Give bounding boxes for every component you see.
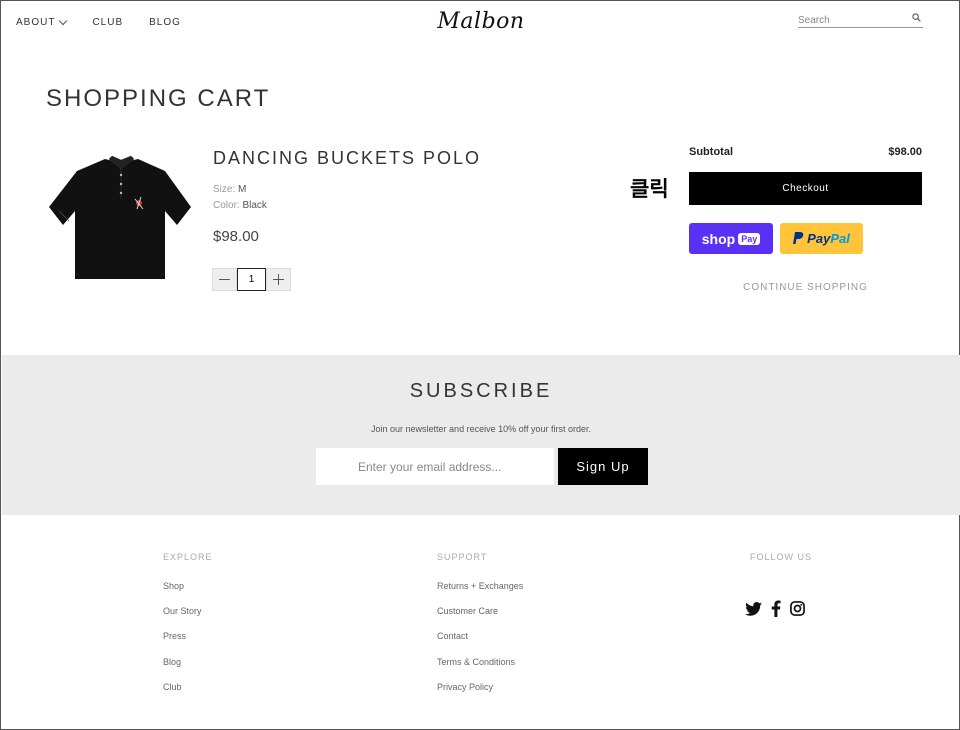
subscribe-text: Join our newsletter and receive 10% off …: [371, 424, 591, 434]
sign-up-button[interactable]: Sign Up: [558, 448, 648, 485]
facebook-icon[interactable]: [771, 600, 781, 617]
product-size: Size: M: [213, 184, 246, 195]
footer-link-privacy[interactable]: Privacy Policy: [437, 682, 493, 692]
paypal-icon: [793, 232, 804, 244]
subtotal-label: Subtotal: [689, 146, 733, 158]
paypal-label-a: Pay: [807, 231, 831, 246]
search-icon[interactable]: [912, 13, 921, 22]
footer-link-terms[interactable]: Terms & Conditions: [437, 657, 515, 667]
product-price: $98.00: [213, 228, 259, 245]
search-bar: [798, 10, 923, 29]
nav-about[interactable]: ABOUT: [16, 16, 68, 28]
quantity-stepper: [212, 268, 291, 291]
footer-link-our-story[interactable]: Our Story: [163, 606, 202, 616]
paypal-button[interactable]: Pay Pal: [780, 223, 863, 254]
size-label: Size:: [213, 184, 236, 195]
twitter-icon[interactable]: [745, 601, 762, 616]
annotation-label: 클릭: [630, 177, 669, 201]
minus-icon: [219, 279, 230, 280]
increment-button[interactable]: [266, 268, 291, 291]
color-label: Color:: [213, 200, 240, 211]
footer-link-customer-care[interactable]: Customer Care: [437, 606, 498, 616]
subscribe-section: SUBSCRIBE Join our newsletter and receiv…: [2, 355, 960, 515]
social-links: [745, 600, 805, 617]
shop-pay-button[interactable]: shop Pay: [689, 223, 773, 254]
chevron-down-icon: [59, 16, 68, 25]
nav-blog[interactable]: BLOG: [149, 17, 181, 28]
nav-club[interactable]: CLUB: [92, 17, 123, 28]
product-color: Color: Black: [213, 200, 267, 211]
decrement-button[interactable]: [212, 268, 237, 291]
search-input[interactable]: [798, 12, 903, 29]
size-value: M: [238, 184, 247, 195]
nav-about-label: ABOUT: [16, 17, 56, 28]
quantity-input[interactable]: [237, 268, 266, 291]
email-field[interactable]: [316, 448, 554, 485]
instagram-icon[interactable]: [790, 601, 805, 616]
footer-support-heading: SUPPORT: [437, 552, 488, 562]
footer-link-club[interactable]: Club: [163, 682, 182, 692]
footer-link-shop[interactable]: Shop: [163, 581, 184, 591]
product-image[interactable]: [49, 151, 194, 286]
footer-link-press[interactable]: Press: [163, 631, 186, 641]
footer-link-blog[interactable]: Blog: [163, 657, 181, 667]
paypal-label-b: Pal: [830, 231, 850, 246]
checkout-button[interactable]: Checkout: [689, 172, 922, 205]
footer-link-contact[interactable]: Contact: [437, 631, 468, 641]
footer-follow-heading: FOLLOW US: [750, 552, 813, 562]
page-title: SHOPPING CART: [46, 85, 271, 112]
shop-pay-badge: Pay: [738, 232, 761, 245]
plus-icon: [273, 274, 284, 285]
product-title[interactable]: DANCING BUCKETS POLO: [213, 148, 481, 169]
color-value: Black: [242, 200, 267, 211]
subscribe-title: SUBSCRIBE: [409, 380, 553, 402]
subtotal-value: $98.00: [888, 146, 922, 158]
page: ABOUT CLUB BLOG Malbon SHOPPING CART DAN…: [0, 0, 960, 730]
shop-pay-label: shop: [701, 230, 736, 247]
main-nav: ABOUT CLUB BLOG: [16, 16, 181, 28]
logo[interactable]: Malbon: [437, 9, 524, 34]
footer-link-returns[interactable]: Returns + Exchanges: [437, 581, 523, 591]
continue-shopping-link[interactable]: CONTINUE SHOPPING: [689, 282, 922, 293]
footer-explore-heading: EXPLORE: [163, 552, 213, 562]
